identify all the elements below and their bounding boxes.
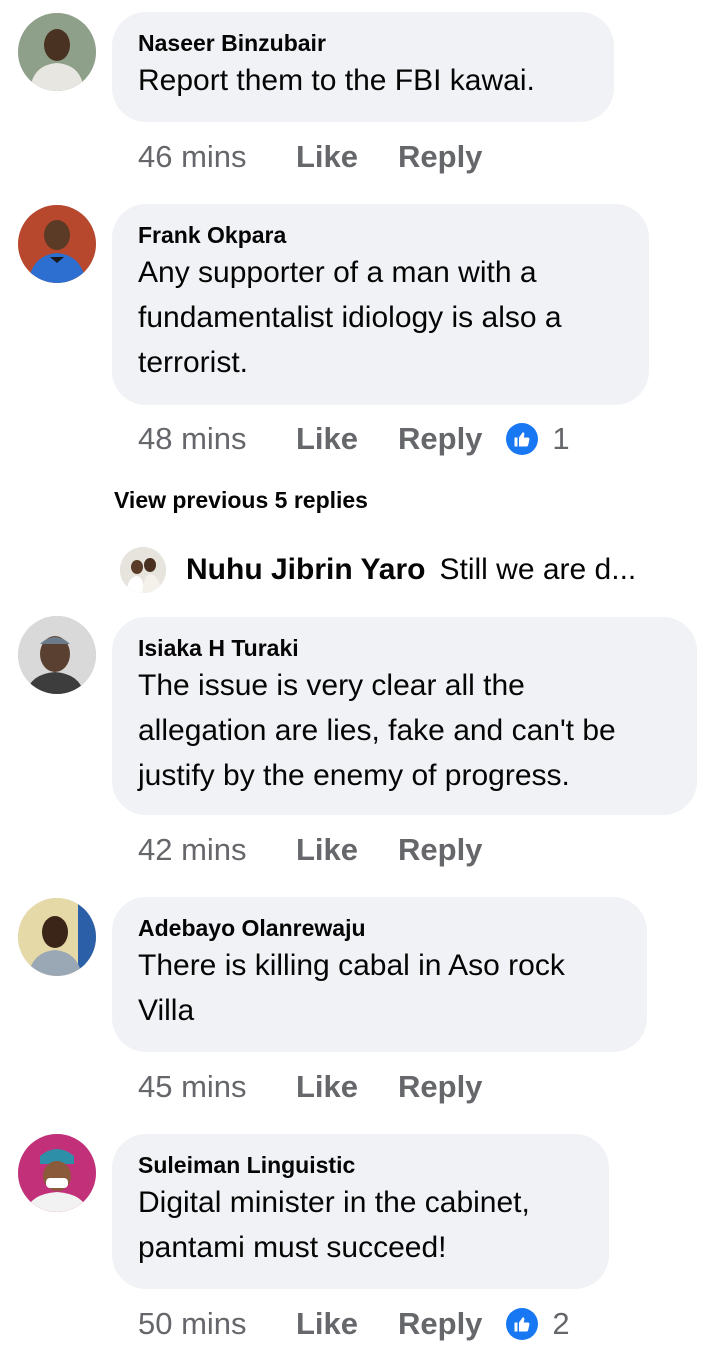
comment-bubble: Frank Okpara Any supporter of a man with… (112, 204, 649, 405)
reply-preview-text: Still we are d... (439, 553, 637, 586)
like-button[interactable]: Like (296, 1069, 398, 1105)
comment-time[interactable]: 45 mins (138, 1069, 296, 1105)
comment-bubble: Naseer Binzubair Report them to the FBI … (112, 12, 614, 122)
reply-button[interactable]: Reply (398, 1306, 482, 1342)
comment-bubble: Adebayo Olanrewaju There is killing caba… (112, 897, 647, 1052)
comment-time[interactable]: 42 mins (138, 832, 296, 868)
reaction-count[interactable]: 1 (552, 421, 569, 457)
reply-preview-author[interactable]: Nuhu Jibrin Yaro (186, 553, 426, 587)
comment-time[interactable]: 48 mins (138, 421, 296, 457)
comment-text-line: Report them to the FBI kawai. (138, 64, 535, 97)
comment-time[interactable]: 50 mins (138, 1306, 296, 1342)
reply-preview[interactable]: Nuhu Jibrin Yaro Still we are d... (120, 545, 636, 595)
avatar[interactable] (18, 13, 96, 91)
reply-button[interactable]: Reply (398, 832, 482, 868)
comment-text-line: Villa (138, 994, 195, 1027)
comment-bubble: Isiaka H Turaki The issue is very clear … (112, 617, 697, 815)
comment-author[interactable]: Adebayo Olanrewaju (138, 913, 621, 943)
comment-text-line: terrorist. (138, 346, 249, 379)
comment-meta: 46 mins Like Reply (138, 137, 482, 177)
like-reaction-icon[interactable] (506, 423, 539, 455)
comment-text-line: allegation are lies, fake and can't be (138, 714, 616, 747)
comment-meta: 42 mins Like Reply (138, 830, 482, 870)
comment-text-line: justify by the enemy of progress. (138, 759, 570, 792)
reply-button[interactable]: Reply (398, 139, 482, 175)
like-button[interactable]: Like (296, 139, 398, 175)
comment-author[interactable]: Suleiman Linguistic (138, 1150, 583, 1180)
comment-text-line: The issue is very clear all the (138, 669, 525, 702)
comment-text-line: pantami must succeed! (138, 1231, 447, 1264)
comment-author[interactable]: Isiaka H Turaki (138, 633, 671, 663)
comment-bubble: Suleiman Linguistic Digital minister in … (112, 1134, 609, 1289)
view-previous-replies-link[interactable]: View previous 5 replies (114, 487, 368, 514)
reply-button[interactable]: Reply (398, 1069, 482, 1105)
avatar[interactable] (18, 898, 96, 976)
comment-author[interactable]: Naseer Binzubair (138, 28, 588, 58)
comment-text-line: There is killing cabal in Aso rock (138, 949, 565, 982)
comment-author[interactable]: Frank Okpara (138, 220, 623, 250)
comment-text-line: Digital minister in the cabinet, (138, 1186, 530, 1219)
like-reaction-icon[interactable] (506, 1308, 539, 1340)
comment-time[interactable]: 46 mins (138, 139, 296, 175)
comment-text-line: fundamentalist idiology is also a (138, 301, 562, 334)
like-button[interactable]: Like (296, 832, 398, 868)
comment-text-line: Any supporter of a man with a (138, 256, 537, 289)
avatar[interactable] (18, 1134, 96, 1212)
comment-meta: 50 mins Like Reply 2 (138, 1304, 570, 1344)
avatar[interactable] (18, 205, 96, 283)
comment-meta: 48 mins Like Reply 1 (138, 419, 570, 459)
avatar[interactable] (120, 547, 166, 593)
reply-button[interactable]: Reply (398, 421, 482, 457)
like-button[interactable]: Like (296, 421, 398, 457)
avatar[interactable] (18, 616, 96, 694)
reaction-count[interactable]: 2 (552, 1306, 569, 1342)
comment-meta: 45 mins Like Reply (138, 1067, 482, 1107)
like-button[interactable]: Like (296, 1306, 398, 1342)
